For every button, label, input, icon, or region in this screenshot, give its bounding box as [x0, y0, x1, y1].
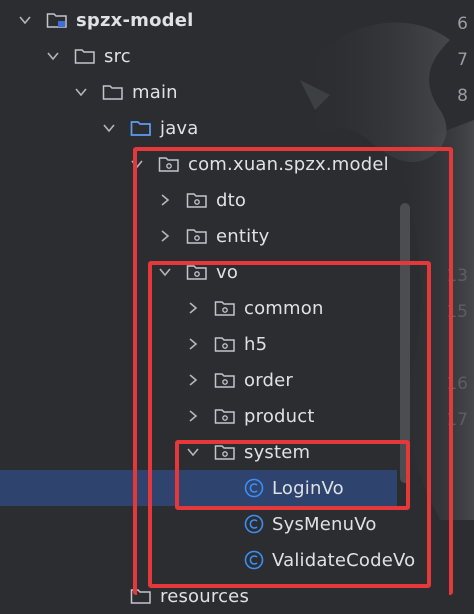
- tree-item-java[interactable]: java: [0, 110, 440, 146]
- tree-item-label: main: [132, 81, 178, 103]
- chevron-down-icon[interactable]: [46, 49, 60, 63]
- line-number: 7: [457, 50, 468, 70]
- tree-item-label: src: [104, 45, 131, 67]
- folder-icon: [74, 47, 96, 65]
- chevron-down-icon[interactable]: [102, 121, 116, 135]
- chevron-down-icon[interactable]: [18, 13, 32, 27]
- source-root-folder-icon: [130, 119, 152, 137]
- module-folder-icon: [46, 11, 68, 29]
- line-number: 6: [457, 14, 468, 34]
- tree-item-main[interactable]: main: [0, 74, 440, 110]
- highlight-box-vo: [148, 261, 431, 588]
- tree-item-label: spzx-model: [76, 9, 194, 31]
- line-number: 8: [457, 86, 468, 106]
- folder-icon: [102, 83, 124, 101]
- tree-item-src[interactable]: src: [0, 38, 440, 74]
- chevron-down-icon[interactable]: [74, 85, 88, 99]
- tree-item-spzx-model[interactable]: spzx-model: [0, 2, 440, 38]
- editor-line-gutter: 6 7 8 13 15 16 17: [446, 0, 474, 595]
- tree-item-label: java: [160, 117, 199, 139]
- highlight-box-loginvo: [175, 440, 410, 510]
